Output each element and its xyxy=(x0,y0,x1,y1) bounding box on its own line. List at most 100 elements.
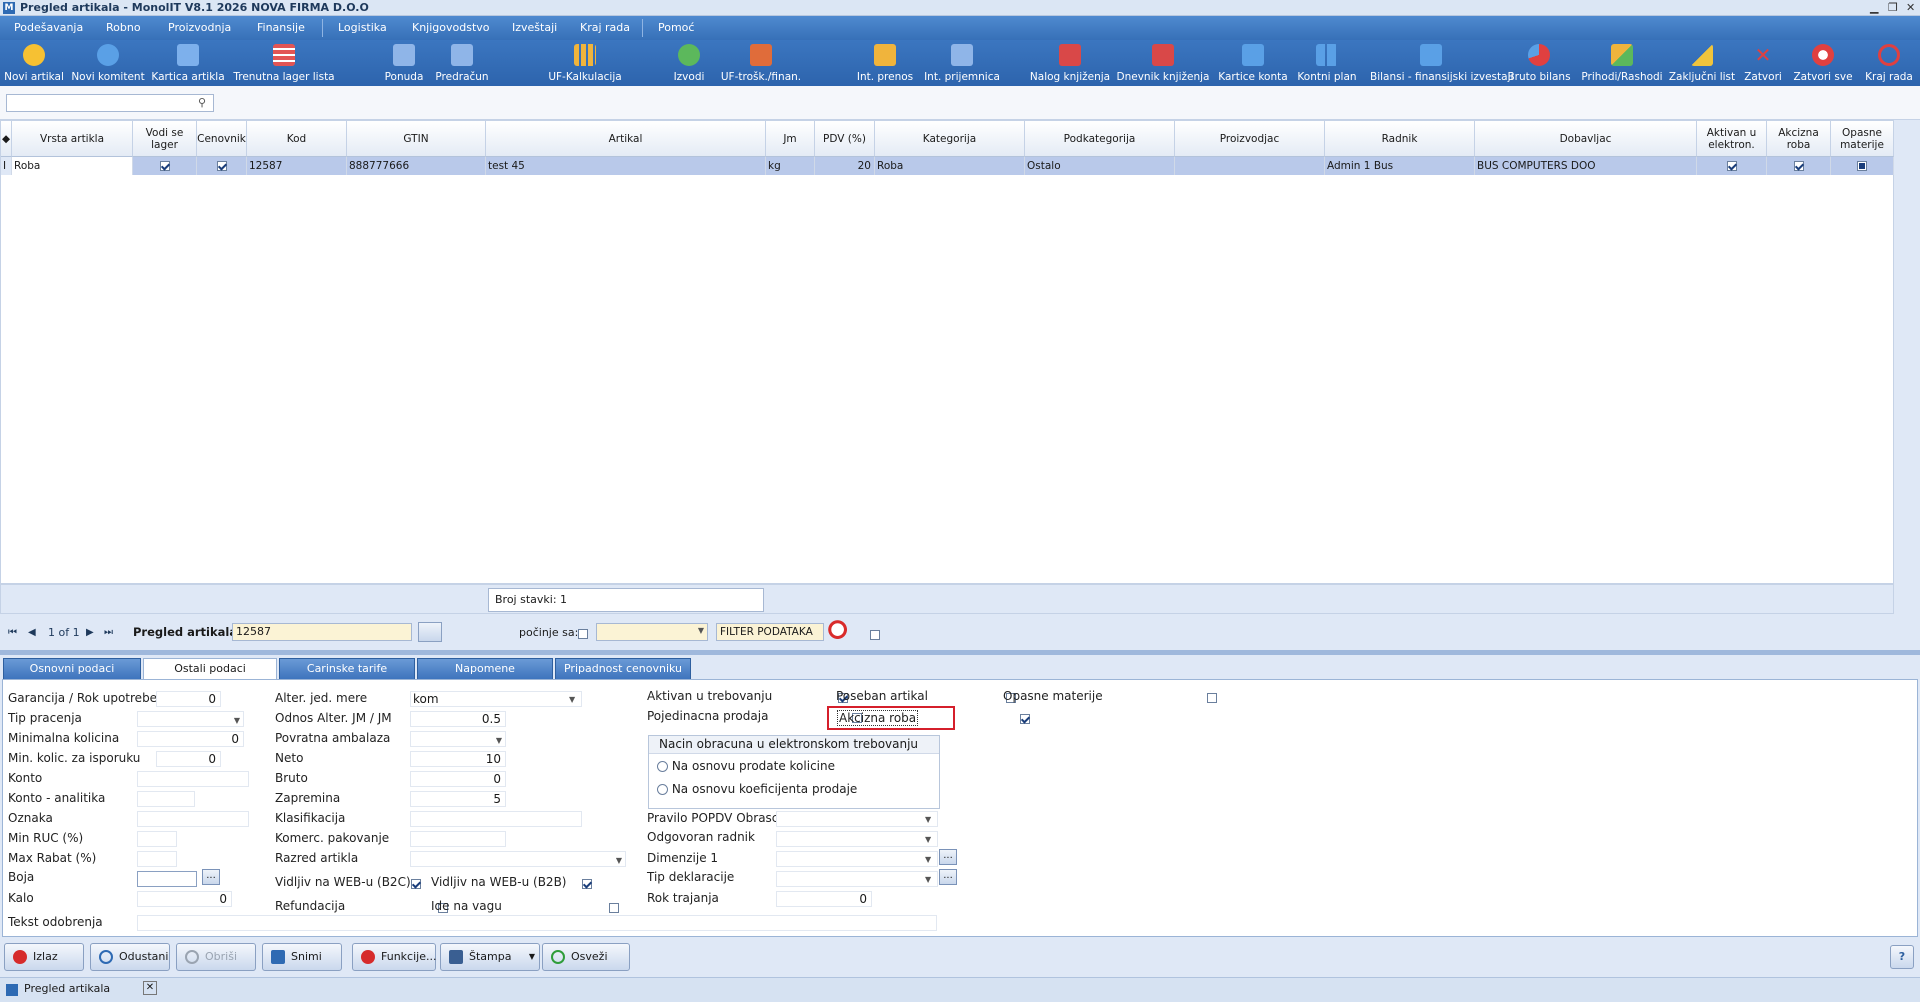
column-header[interactable]: Dobavljac xyxy=(1475,121,1697,157)
cell-artikal[interactable]: test 45 xyxy=(486,157,766,175)
konto-analitika-field[interactable] xyxy=(137,791,195,807)
cell-jm[interactable]: kg xyxy=(766,157,815,175)
last-record-button[interactable]: ⏭ xyxy=(104,627,113,638)
cell-kod[interactable]: 12587 xyxy=(247,157,347,175)
column-header[interactable]: Akcizna roba xyxy=(1767,121,1831,157)
osvezi-button[interactable]: Osveži xyxy=(542,943,630,971)
close-tab-button[interactable]: ✕ xyxy=(143,981,157,995)
neto-field[interactable]: 10 xyxy=(410,751,506,767)
funkcije-button[interactable]: Funkcije... xyxy=(352,943,436,971)
cell-proizvodjac[interactable] xyxy=(1175,157,1325,175)
filter-checkbox[interactable] xyxy=(869,630,880,640)
tab-carinske-tarife[interactable]: Carinske tarife xyxy=(279,658,415,679)
tab-pripadnost-cenovniku[interactable]: Pripadnost cenovniku xyxy=(555,658,691,679)
table-row[interactable]: I Roba 12587 888777666 test 45 kg 20 Rob… xyxy=(1,157,1894,175)
column-header[interactable]: Artikal xyxy=(486,121,766,157)
toolbar-predracun[interactable]: Predračun xyxy=(435,40,489,86)
tab-napomene[interactable]: Napomene xyxy=(417,658,553,679)
obrisi-button[interactable]: Obriši xyxy=(176,943,256,971)
minimize-button[interactable]: ▁ xyxy=(1870,1,1878,14)
min-kolic-isporuku-field[interactable]: 0 xyxy=(156,751,221,767)
column-header[interactable]: Radnik xyxy=(1325,121,1475,157)
opasne-materije-checkbox[interactable] xyxy=(1207,693,1217,703)
checkbox[interactable] xyxy=(216,161,227,171)
radio-button[interactable] xyxy=(657,784,668,795)
radio-koeficijenta-prodaje[interactable]: Na osnovu koeficijenta prodaje xyxy=(657,782,857,796)
menu-podesavanja[interactable]: Podešavanja xyxy=(14,21,83,34)
rok-trajanja-field[interactable]: 0 xyxy=(776,891,872,907)
column-header[interactable]: Jm xyxy=(766,121,815,157)
column-header[interactable]: Vodi se lager xyxy=(133,121,197,157)
toolbar-novi-artikal[interactable]: Novi artikal xyxy=(4,40,64,86)
menu-pomoc[interactable]: Pomoć xyxy=(658,21,694,34)
dimenzije-select[interactable] xyxy=(776,851,938,867)
filter-search-icon[interactable] xyxy=(828,620,852,644)
cell-pdv[interactable]: 20 xyxy=(815,157,875,175)
starts-with-combo[interactable]: ▼ xyxy=(596,623,708,641)
tab-osnovni-podaci[interactable]: Osnovni podaci xyxy=(3,658,141,679)
menu-robno[interactable]: Robno xyxy=(106,21,141,34)
radio-prodate-kolicine[interactable]: Na osnovu prodate kolicine xyxy=(657,759,835,773)
cell-aktivan[interactable] xyxy=(1697,157,1767,175)
cell-radnik[interactable]: Admin 1 Bus xyxy=(1325,157,1475,175)
snimi-button[interactable]: Snimi xyxy=(262,943,342,971)
boja-picker[interactable]: ▼ xyxy=(137,871,208,887)
toolbar-prihodi-rashodi[interactable]: Prihodi/Rashodi xyxy=(1581,40,1663,86)
akcizna-roba-checkbox[interactable] xyxy=(1019,714,1030,724)
boja-browse-button[interactable]: ... xyxy=(202,869,220,885)
menu-kraj-rada[interactable]: Kraj rada xyxy=(580,21,630,34)
toolbar-dnevnik-knjizenja[interactable]: Dnevnik knjiženja xyxy=(1117,40,1209,86)
next-record-button[interactable]: ▶ xyxy=(86,627,94,638)
checkbox[interactable] xyxy=(159,161,170,171)
toolbar-ponuda[interactable]: Ponuda xyxy=(385,40,423,86)
toolbar-kraj-rada[interactable]: Kraj rada xyxy=(1865,40,1913,86)
web-b2c-checkbox[interactable] xyxy=(411,879,421,889)
tip-pracenja-select[interactable]: ▼ xyxy=(137,711,244,727)
cell-podkategorija[interactable]: Ostalo xyxy=(1025,157,1175,175)
menu-logistika[interactable]: Logistika xyxy=(338,21,387,34)
toolbar-izvodi[interactable]: Izvodi xyxy=(674,40,704,86)
max-rabat-field[interactable] xyxy=(137,851,177,867)
search-input[interactable] xyxy=(6,94,214,112)
toolbar-bruto-bilans[interactable]: Bruto bilans xyxy=(1507,40,1571,86)
tab-ostali-podaci[interactable]: Ostali podaci xyxy=(143,658,277,680)
column-header[interactable]: Proizvodjac xyxy=(1175,121,1325,157)
checkbox[interactable] xyxy=(1726,161,1737,171)
toolbar-uf-kalkulacija[interactable]: UF-Kalkulacija xyxy=(548,40,622,86)
column-header[interactable]: PDV (%) xyxy=(815,121,875,157)
filter-apply-button[interactable] xyxy=(418,622,442,642)
cell-cenovnik[interactable] xyxy=(197,157,247,175)
toolbar-kontni-plan[interactable]: Kontni plan xyxy=(1297,40,1357,86)
toolbar-lager-lista[interactable]: Trenutna lager lista xyxy=(233,40,335,86)
column-header[interactable]: Vrsta artikla xyxy=(12,121,133,157)
menu-knjigovodstvo[interactable]: Knjigovodstvo xyxy=(412,21,490,34)
document-tab[interactable]: Pregled artikala xyxy=(24,982,110,995)
toolbar-novi-komitent[interactable]: Novi komitent xyxy=(71,40,145,86)
menu-izvestaji[interactable]: Izveštaji xyxy=(512,21,557,34)
toolbar-int-prijemnica[interactable]: Int. prijemnica xyxy=(924,40,1000,86)
menu-finansije[interactable]: Finansije xyxy=(257,21,305,34)
radio-button[interactable] xyxy=(657,761,668,772)
razred-artikla-select[interactable]: ▼ xyxy=(410,851,626,867)
checkbox[interactable] xyxy=(1793,161,1804,171)
garancija-field[interactable]: 0 xyxy=(156,691,221,707)
minimalna-kolicina-field[interactable]: 0 xyxy=(137,731,244,747)
toolbar-kartice-konta[interactable]: Kartice konta xyxy=(1218,40,1288,86)
column-header[interactable]: Kod xyxy=(247,121,347,157)
toolbar-zatvori-sve[interactable]: Zatvori sve xyxy=(1793,40,1853,86)
cell-vrsta[interactable]: Roba xyxy=(12,157,133,175)
web-b2b-checkbox[interactable] xyxy=(581,879,592,889)
bruto-field[interactable]: 0 xyxy=(410,771,506,787)
toolbar-bilansi[interactable]: Bilansi - finansijski izvestaji xyxy=(1370,40,1513,86)
maximize-button[interactable]: ❐ xyxy=(1888,1,1898,14)
oznaka-field[interactable] xyxy=(137,811,249,827)
starts-with-checkbox[interactable] xyxy=(578,629,588,639)
dimenzije-browse-button[interactable]: ... xyxy=(939,849,957,865)
cell-opasne[interactable] xyxy=(1831,157,1894,175)
cell-gtin[interactable]: 888777666 xyxy=(347,157,486,175)
ide-na-vagu-checkbox[interactable] xyxy=(608,903,619,913)
odnos-alter-jm-field[interactable]: 0.5 xyxy=(410,711,506,727)
pravilo-popdv-select[interactable] xyxy=(776,811,938,827)
column-header[interactable]: Kategorija xyxy=(875,121,1025,157)
komerc-pakovanje-field[interactable] xyxy=(410,831,506,847)
